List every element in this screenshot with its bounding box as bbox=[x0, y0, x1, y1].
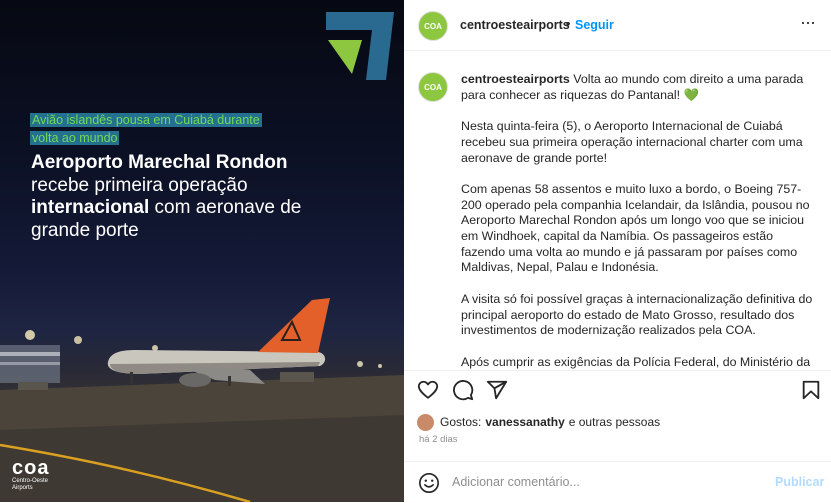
headline-bold-2: internacional bbox=[31, 197, 150, 218]
caption-paragraph: Após cumprir as exigências da Polícia Fe… bbox=[461, 354, 811, 369]
coa-logo-text: coa bbox=[12, 457, 50, 479]
likes-suffix[interactable]: e outras pessoas bbox=[569, 415, 660, 429]
share-icon[interactable] bbox=[486, 379, 508, 401]
publish-button[interactable]: Publicar bbox=[775, 475, 824, 489]
separator-dot: • bbox=[566, 17, 571, 31]
headline-text-1: recebe primeira operação bbox=[31, 174, 248, 196]
post-headline: Aeroporto Marechal Rondon recebe primeir… bbox=[31, 152, 361, 242]
action-bar bbox=[404, 370, 831, 411]
liker-username[interactable]: vanessanathy bbox=[485, 415, 564, 429]
post-details-panel: COA centroesteairports • Seguir ··· COA … bbox=[404, 0, 831, 502]
username-link[interactable]: centroesteairports bbox=[460, 18, 570, 32]
more-horizontal-icon[interactable]: ··· bbox=[800, 12, 816, 33]
comment-box: Adicionar comentário... Publicar bbox=[404, 461, 831, 503]
caption-paragraph: A visita só foi possível graças à intern… bbox=[461, 291, 813, 338]
caption-username[interactable]: centroesteairports bbox=[461, 72, 570, 86]
comment-icon[interactable] bbox=[452, 379, 474, 401]
likes-prefix: Gostos: bbox=[440, 415, 482, 429]
comment-input[interactable]: Adicionar comentário... bbox=[452, 475, 580, 489]
post-image[interactable]: Avião islandês pousa em Cuiabá durante v… bbox=[0, 0, 404, 502]
caption-intro-paragraph: centroesteairports Volta ao mundo com di… bbox=[461, 72, 819, 103]
caption-text: centroesteairports Volta ao mundo com di… bbox=[461, 72, 819, 369]
coa-logo: coa Centro-Oeste Airports bbox=[12, 458, 62, 492]
likes-summary: Gostos: vanessanathy e outras pessoas bbox=[417, 413, 660, 431]
follow-button[interactable]: Seguir bbox=[575, 18, 614, 32]
headline-bold-1: Aeroporto Marechal Rondon bbox=[31, 152, 288, 173]
post-timestamp[interactable]: há 2 dias bbox=[419, 434, 458, 445]
headline-tag-text: Avião islandês pousa em Cuiabá durante v… bbox=[30, 113, 262, 145]
liker-avatar[interactable] bbox=[417, 413, 434, 431]
emoji-icon[interactable] bbox=[418, 472, 440, 494]
heart-icon[interactable] bbox=[417, 379, 439, 401]
caption-paragraph: Nesta quinta-feira (5), o Aeroporto Inte… bbox=[461, 119, 803, 165]
avatar[interactable]: COA bbox=[418, 11, 448, 41]
headline-tag: Avião islandês pousa em Cuiabá durante v… bbox=[30, 111, 280, 147]
caption-avatar[interactable]: COA bbox=[418, 72, 448, 102]
post-header: COA centroesteairports • Seguir ··· bbox=[404, 0, 831, 51]
caption-paragraph: Com apenas 58 assentos e muito luxo a bo… bbox=[461, 181, 810, 275]
caption-area: COA centroesteairports Volta ao mundo co… bbox=[404, 51, 831, 369]
bookmark-icon[interactable] bbox=[800, 379, 822, 401]
coa-logo-subtext: Centro-Oeste Airports bbox=[12, 478, 49, 491]
coa-logo-mark bbox=[326, 12, 394, 80]
